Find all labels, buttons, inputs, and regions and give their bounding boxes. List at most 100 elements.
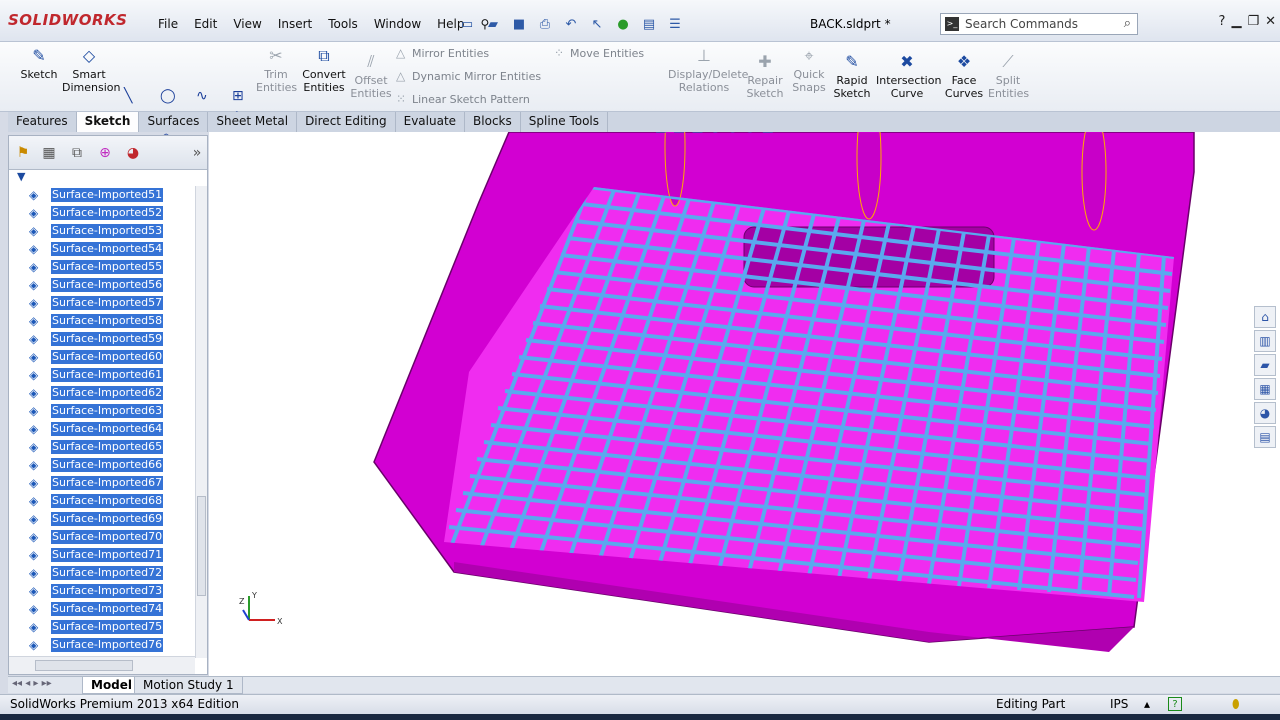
tree-item-surface-imported[interactable]: ◈ Surface-Imported59: [9, 330, 195, 348]
help-status-icon[interactable]: ?: [1168, 697, 1182, 711]
menu-tools[interactable]: Tools: [320, 17, 366, 31]
tree-item-surface-imported[interactable]: ◈ Surface-Imported66: [9, 456, 195, 474]
tree-item-surface-imported[interactable]: ◈ Surface-Imported71: [9, 546, 195, 564]
rebuild-status-icon[interactable]: ⬮: [1232, 697, 1240, 712]
file-explorer-icon[interactable]: ▰: [1254, 354, 1276, 376]
menu-file[interactable]: File: [150, 17, 186, 31]
mirror-entities-button[interactable]: △ Mirror Entities: [396, 46, 489, 60]
custom-properties-icon[interactable]: ▤: [1254, 426, 1276, 448]
tree-item-surface-imported[interactable]: ◈ Surface-Imported69: [9, 510, 195, 528]
scroll-thumb-horizontal[interactable]: [35, 660, 133, 671]
tab-sketch[interactable]: Sketch: [76, 112, 140, 132]
rebuild-icon[interactable]: ●: [612, 14, 634, 34]
filter-icon[interactable]: ▼: [17, 170, 25, 183]
tab-evaluate[interactable]: Evaluate: [396, 112, 466, 132]
section-view-icon[interactable]: ▣: [655, 132, 667, 135]
zoom-to-fit-icon[interactable]: ⊕: [604, 132, 615, 135]
tree-item-surface-imported[interactable]: ◈ Surface-Imported74: [9, 600, 195, 618]
tree-item-surface-imported[interactable]: ◈ Surface-Imported60: [9, 348, 195, 366]
tree-item-surface-imported[interactable]: ◈ Surface-Imported58: [9, 312, 195, 330]
point-grid-icon[interactable]: ⊞: [232, 88, 244, 104]
apply-scene-icon[interactable]: ◒: [744, 132, 755, 135]
convert-entities-button[interactable]: ⧉ Convert Entities: [302, 46, 346, 94]
menu-edit[interactable]: Edit: [186, 17, 225, 31]
menu-view[interactable]: View: [225, 17, 269, 31]
tree-vertical-scrollbar[interactable]: [195, 186, 207, 658]
help-icon[interactable]: ?: [1219, 14, 1226, 29]
hide-show-items-icon[interactable]: ◉: [710, 132, 721, 135]
tree-item-surface-imported[interactable]: ◈ Surface-Imported75: [9, 618, 195, 636]
tree-item-surface-imported[interactable]: ◈ Surface-Imported54: [9, 240, 195, 258]
property-manager-tab-icon[interactable]: ▦: [39, 143, 59, 163]
intersection-curve-button[interactable]: ✖ Intersection Curve: [876, 52, 941, 100]
tree-item-surface-imported[interactable]: ◈ Surface-Imported70: [9, 528, 195, 546]
view-orientation-icon[interactable]: ◧: [673, 132, 685, 135]
tree-item-surface-imported[interactable]: ◈ Surface-Imported55: [9, 258, 195, 276]
trim-entities-button[interactable]: ✂ Trim Entities: [256, 46, 297, 94]
edit-appearance-icon[interactable]: ◕: [727, 132, 738, 135]
dimxpert-tab-icon[interactable]: ⊕: [95, 143, 115, 163]
line-icon[interactable]: ╲: [124, 88, 132, 104]
tree-item-surface-imported[interactable]: ◈ Surface-Imported68: [9, 492, 195, 510]
face-curves-button[interactable]: ❖ Face Curves: [942, 52, 986, 100]
tab-direct-editing[interactable]: Direct Editing: [297, 112, 396, 132]
new-document-icon[interactable]: ▭: [456, 14, 478, 34]
save-icon[interactable]: ■: [508, 14, 530, 34]
tree-horizontal-scrollbar[interactable]: [9, 656, 195, 674]
tree-item-surface-imported[interactable]: ◈ Surface-Imported76: [9, 636, 195, 654]
rapid-sketch-button[interactable]: ✎ Rapid Sketch: [832, 52, 872, 100]
tree-item-surface-imported[interactable]: ◈ Surface-Imported52: [9, 204, 195, 222]
tree-item-surface-imported[interactable]: ◈ Surface-Imported62: [9, 384, 195, 402]
tab-model[interactable]: Model: [82, 677, 142, 694]
minimize-icon[interactable]: ▁: [1231, 14, 1241, 29]
search-icon[interactable]: ⌕: [1124, 16, 1131, 31]
feature-manager-tab-icon[interactable]: ⚑: [13, 143, 33, 163]
tab-features[interactable]: Features: [8, 112, 77, 132]
tree-item-surface-imported[interactable]: ◈ Surface-Imported73: [9, 582, 195, 600]
tree-item-surface-imported[interactable]: ◈ Surface-Imported53: [9, 222, 195, 240]
menu-window[interactable]: Window: [366, 17, 429, 31]
circle-icon[interactable]: ◯: [160, 88, 176, 104]
solidworks-resources-icon[interactable]: ⌂: [1254, 306, 1276, 328]
tree-item-surface-imported[interactable]: ◈ Surface-Imported67: [9, 474, 195, 492]
display-style-icon[interactable]: ◩: [691, 132, 703, 135]
sketch-button[interactable]: ✎ Sketch: [18, 46, 60, 81]
solidworks-logo[interactable]: SOLIDWORKS: [8, 11, 127, 29]
zoom-to-area-icon[interactable]: ⊙: [621, 132, 632, 135]
appearances-icon[interactable]: ◕: [1254, 402, 1276, 424]
part-model[interactable]: Y X Z: [209, 132, 1280, 676]
split-entities-button[interactable]: ⟋ Split Entities: [988, 52, 1029, 100]
expand-panel-icon[interactable]: »: [187, 143, 207, 163]
tab-surfaces[interactable]: Surfaces: [139, 112, 209, 132]
tree-item-surface-imported[interactable]: ◈ Surface-Imported61: [9, 366, 195, 384]
tab-nav-arrows-icon[interactable]: ◂◂ ◂ ▸ ▸▸: [12, 678, 52, 689]
display-delete-relations-button[interactable]: ⊥ Display/Delete Relations: [668, 46, 748, 94]
smart-dimension-button[interactable]: ◇ Smart Dimension: [62, 46, 120, 94]
design-library-icon[interactable]: ▥: [1254, 330, 1276, 352]
tab-spline-tools[interactable]: Spline Tools: [521, 112, 609, 132]
file-properties-icon[interactable]: ▤: [638, 14, 660, 34]
tab-motion-study[interactable]: Motion Study 1: [134, 677, 243, 694]
tree-item-surface-imported[interactable]: ◈ Surface-Imported63: [9, 402, 195, 420]
open-folder-icon[interactable]: ▰: [482, 14, 504, 34]
units-selector[interactable]: IPS: [1110, 697, 1128, 711]
tree-item-surface-imported[interactable]: ◈ Surface-Imported72: [9, 564, 195, 582]
display-manager-tab-icon[interactable]: ◕: [123, 143, 143, 163]
tab-sheet-metal[interactable]: Sheet Metal: [208, 112, 298, 132]
tree-item-surface-imported[interactable]: ◈ Surface-Imported51: [9, 186, 195, 204]
move-entities-button[interactable]: ⁘ Move Entities: [554, 46, 644, 60]
configuration-manager-tab-icon[interactable]: ⧉: [67, 143, 87, 163]
search-commands-field[interactable]: >_ Search Commands ⌕: [940, 13, 1138, 35]
tab-blocks[interactable]: Blocks: [465, 112, 521, 132]
menu-insert[interactable]: Insert: [270, 17, 320, 31]
quick-snaps-button[interactable]: ⌖ Quick Snaps: [790, 46, 828, 94]
units-dropdown-icon[interactable]: ▴: [1144, 697, 1150, 711]
repair-sketch-button[interactable]: ✚ Repair Sketch: [744, 52, 786, 100]
undo-icon[interactable]: ↶: [560, 14, 582, 34]
tree-item-surface-imported[interactable]: ◈ Surface-Imported57: [9, 294, 195, 312]
dynamic-mirror-button[interactable]: △ Dynamic Mirror Entities: [396, 69, 541, 83]
scroll-thumb[interactable]: [197, 496, 206, 596]
graphics-area[interactable]: Y X Z ⊕ ⊙ ↙ ▣ ◧ ◩ ◉ ◕ ◒ ▤ ⌂ ▥ ▰ ▦ ◕ ▤: [209, 132, 1280, 676]
spline-icon[interactable]: ∿: [196, 88, 208, 104]
print-icon[interactable]: ⎙: [534, 14, 556, 34]
